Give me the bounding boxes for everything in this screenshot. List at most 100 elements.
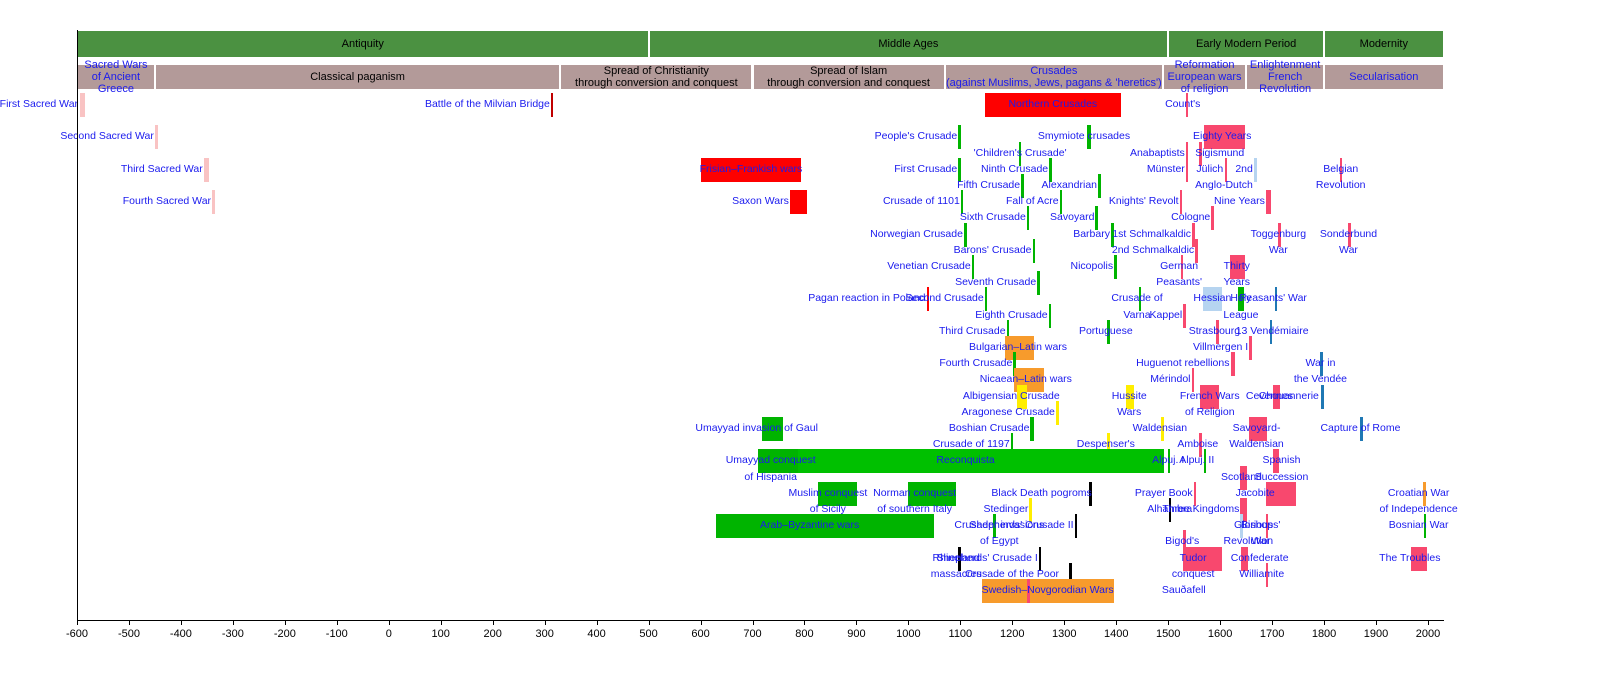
event-label: Albigensian Crusade [962,389,1060,402]
axis-tick-label: 100 [431,628,450,640]
event-label: Norwegian Crusade [870,227,963,240]
event-marker [1265,190,1271,215]
event-label: Bigod's [1165,535,1200,548]
event-label: Hessian [1193,292,1232,305]
axis-tick [1220,620,1222,625]
event-marker [1185,157,1189,182]
axis-tick-label: -600 [65,628,89,640]
event-label: Smymiote crusades [1037,130,1131,143]
axis-tick [232,620,234,625]
axis-tick [388,620,390,625]
axis-tick-label: 2000 [1415,628,1441,640]
theme-sacred-wars: Sacred Wars of Ancient Greece [77,59,155,95]
event-label: Third Sacred War [120,162,203,175]
event-label: Fifth Crusade [957,179,1021,191]
event-label: War [1268,243,1288,256]
axis-tick [544,620,546,625]
axis-tick-label: 1800 [1311,628,1337,640]
event-label: Years [1223,276,1251,289]
event-label: Shepherds' Crusade I [936,551,1038,564]
event-label: Alexandrian [1041,179,1097,191]
event-label: Waldensian [1132,422,1188,434]
axis-tick-label: 1100 [948,628,973,640]
event-label: Umayyad invasion of Gaul [695,422,818,434]
axis-tick-label: 500 [639,628,658,640]
theme-label: Crusades [1030,65,1078,77]
axis-tick [856,620,858,625]
event-label: of Independence [1379,503,1458,515]
axis-tick-label: 400 [587,628,606,640]
era-label: Early Modern Period [1195,38,1297,50]
event-label: Northern Crusades [1008,98,1098,110]
axis-tick [1428,620,1429,625]
event-label: Portuguese [1078,324,1133,337]
axis-tick-label: 0 [385,628,392,640]
event-label: 2nd Schmalkaldic [1111,243,1195,256]
event-label: Sixth Crusade [959,211,1026,224]
theme-label: Spread of Christianity [603,65,709,77]
event-label: Stedinger [983,503,1029,515]
axis-tick [1012,620,1014,625]
event-label: Muslim conquest [788,486,868,499]
axis-tick [960,620,962,625]
event-label: Kappel [1149,308,1183,321]
axis-tick-label: 1600 [1207,628,1233,640]
event-label: Ninth Crusade [981,162,1049,175]
event-label: Black Death pogroms [991,486,1092,499]
theme-reformation: Reformation European wars of religion [1162,59,1247,95]
event-label: Seventh Crusade [955,276,1037,289]
event-label: Anabaptists [1129,146,1185,159]
axis-tick-label: 300 [535,628,554,640]
event-label: Cologne [1171,211,1211,224]
event-marker [203,157,209,182]
axis-tick-label: -200 [273,628,296,640]
event-label: Frisian–Frankish wars [699,162,803,175]
event-label: Münster [1146,162,1185,175]
axis-tick-label: -400 [169,628,192,640]
theme-classical-paganism: Classical paganism [154,64,561,90]
axis-tick [128,620,130,625]
timeline-chart: Antiquity Middle Ages Early Modern Period M… [0,0,1600,700]
event-label: German [1160,260,1199,272]
theme-sublabel: through conversion and conquest [575,77,738,89]
era-label: Modernity [1359,38,1408,50]
axis-tick-label: 1700 [1259,628,1285,640]
event-label: Croatian War [1387,486,1450,499]
axis-tick-label: 600 [691,628,710,640]
axis-tick [1376,620,1378,625]
event-marker [79,93,85,117]
event-label: Savoyard- [1232,422,1281,434]
axis-tick [1168,620,1170,625]
axis-tick-label: 700 [743,628,762,640]
event-label: of Sicily [809,503,846,515]
event-label: Revolution [1223,535,1274,548]
theme-label: Sacred Wars [84,59,148,71]
event-label: Shepherds' Crusade II [969,519,1074,532]
event-label: Bulgarian–Latin wars [968,341,1068,353]
axis-tick-label: -300 [221,628,244,640]
event-label: Hussite [1111,389,1147,402]
theme-spread-of-islam: Spread of Islam through conversion and co… [752,64,945,90]
event-label: Third Crusade [939,324,1006,337]
axis-tick [648,620,650,625]
event-label: The Troubles [1379,551,1441,564]
event-label: Sigismund [1195,146,1245,159]
event-label: War in [1305,357,1336,370]
event-marker [550,93,554,117]
event-marker [1230,352,1236,377]
event-label: People's Crusade [874,130,958,143]
event-label: Strasbourg [1188,324,1241,337]
event-marker [1037,271,1041,296]
event-label: Capture of Rome [1320,422,1401,434]
event-label: Crusade of [1111,292,1163,305]
theme-label: Spread of Islam [810,65,888,77]
event-marker [155,125,159,150]
event-label: Belgian [1323,162,1359,175]
theme-crusades: Crusades (against Muslims, Jews, pagans &… [944,64,1163,90]
event-label: Succession [1254,470,1309,483]
event-marker [1030,417,1034,441]
event-label: Nine Years [1214,195,1265,208]
event-marker [212,190,215,215]
event-label: of Hispania [744,470,797,483]
axis-tick [1116,620,1118,625]
